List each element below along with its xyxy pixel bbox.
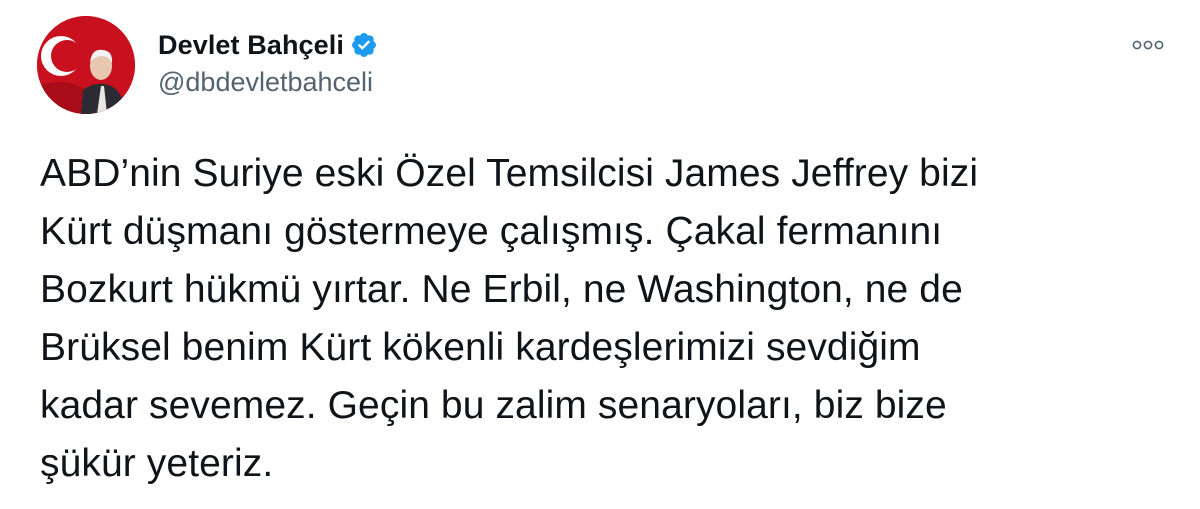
author-name-row[interactable]: Devlet Bahçeli xyxy=(158,28,378,62)
author-display-name[interactable]: Devlet Bahçeli xyxy=(158,30,344,61)
author-handle[interactable]: @dbdevletbahceli xyxy=(158,67,373,98)
verified-badge-icon xyxy=(350,31,378,59)
tweet-card: Devlet Bahçeli @dbdevletbahceli ABD’nin … xyxy=(0,0,1200,509)
avatar-image xyxy=(37,16,135,114)
more-options-icon[interactable] xyxy=(1128,30,1168,60)
tweet-text: ABD’nin Suriye eski Özel Temsilcisi Jame… xyxy=(40,152,979,485)
author-avatar[interactable] xyxy=(37,16,135,114)
